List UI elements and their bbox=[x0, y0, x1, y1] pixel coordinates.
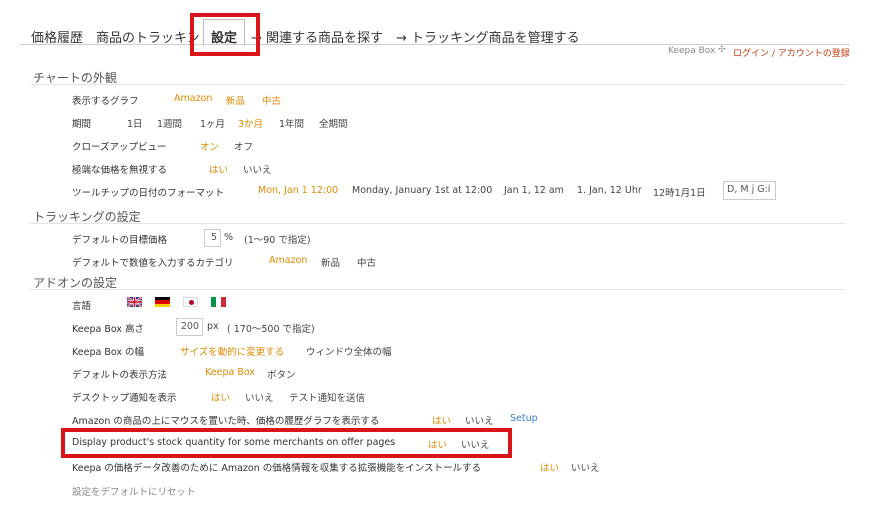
reset-defaults-link[interactable]: 設定をデフォルトにリセット bbox=[72, 484, 196, 498]
period-option-1y[interactable]: 1年間 bbox=[279, 116, 304, 130]
language-label: 言語 bbox=[72, 301, 92, 312]
box-height-input[interactable]: 200 bbox=[176, 318, 203, 336]
it-flag-icon[interactable] bbox=[211, 297, 226, 307]
target-price-hint: (1〜90 で指定) bbox=[244, 235, 311, 246]
hover-graph-setup-link[interactable]: Setup bbox=[510, 413, 538, 424]
login-link[interactable]: ログイン / アカウントの登録 bbox=[733, 46, 850, 59]
tooltip-option-1[interactable]: Mon, Jan 1 12:00 bbox=[258, 185, 338, 196]
period-label: 期間 bbox=[72, 119, 92, 130]
puzzle-icon: ✣ bbox=[718, 45, 726, 55]
display-mode-label: デフォルトの表示方法 bbox=[72, 370, 168, 381]
box-width-option-full[interactable]: ウィンドウ全体の幅 bbox=[306, 344, 392, 358]
category-label: デフォルトで数値を入力するカテゴリ bbox=[72, 258, 234, 269]
box-height-hint: ( 170〜500 で指定) bbox=[227, 324, 315, 335]
graph-option-new[interactable]: 新品 bbox=[226, 93, 245, 107]
period-option-3m[interactable]: 3か月 bbox=[238, 116, 263, 130]
display-mode-option-button[interactable]: ボタン bbox=[267, 367, 296, 381]
tooltip-label: ツールチップの日付のフォーマット bbox=[72, 188, 225, 199]
box-height-unit: px bbox=[207, 321, 219, 332]
period-option-1d[interactable]: 1日 bbox=[127, 116, 143, 130]
target-price-label: デフォルトの目標価格 bbox=[72, 235, 168, 246]
section-divider bbox=[30, 289, 845, 290]
tooltip-option-5[interactable]: 12時1月1日 bbox=[653, 185, 706, 199]
extreme-label: 極端な価格を無視する bbox=[72, 165, 168, 176]
extreme-option-no[interactable]: いいえ bbox=[243, 162, 272, 176]
brand-label: Keepa Box bbox=[668, 46, 716, 56]
collect-prices-option-no[interactable]: いいえ bbox=[571, 460, 600, 474]
collect-prices-label: Keepa の価格データ改善のために Amazon の価格情報を収集する拡張機能… bbox=[72, 463, 482, 474]
closeup-label: クローズアップビュー bbox=[72, 142, 167, 153]
box-width-option-dynamic[interactable]: サイズを動的に変更する bbox=[180, 344, 284, 358]
section-divider bbox=[30, 84, 845, 85]
desktop-notify-option-no[interactable]: いいえ bbox=[245, 390, 274, 404]
uk-flag-icon[interactable] bbox=[127, 297, 142, 307]
closeup-option-off[interactable]: オフ bbox=[234, 139, 253, 153]
category-option-new[interactable]: 新品 bbox=[321, 255, 340, 269]
period-option-1m[interactable]: 1ヶ月 bbox=[200, 116, 225, 130]
category-option-amazon[interactable]: Amazon bbox=[269, 255, 307, 266]
jp-flag-icon[interactable] bbox=[183, 297, 198, 307]
tooltip-custom-format-input[interactable]: D, M j G:i bbox=[723, 181, 776, 200]
period-option-1w[interactable]: 1週間 bbox=[157, 116, 182, 130]
closeup-option-on[interactable]: オン bbox=[200, 139, 219, 153]
graph-option-used[interactable]: 中古 bbox=[262, 93, 281, 107]
display-mode-option-box[interactable]: Keepa Box bbox=[205, 367, 255, 378]
graph-option-amazon[interactable]: Amazon bbox=[174, 93, 212, 104]
category-option-used[interactable]: 中古 bbox=[357, 255, 376, 269]
target-price-input[interactable]: 5 bbox=[204, 229, 221, 247]
hover-graph-option-yes[interactable]: はい bbox=[432, 413, 451, 427]
target-price-unit: % bbox=[224, 232, 234, 243]
graph-label: 表示するグラフ bbox=[72, 96, 139, 107]
desktop-notify-label: デスクトップ通知を表示 bbox=[72, 393, 177, 404]
de-flag-icon[interactable] bbox=[155, 297, 170, 307]
tooltip-option-4[interactable]: 1. Jan, 12 Uhr bbox=[577, 185, 642, 196]
tooltip-option-3[interactable]: Jan 1, 12 am bbox=[504, 185, 564, 196]
box-height-label: Keepa Box 高さ bbox=[72, 324, 144, 335]
hover-graph-label: Amazon の商品の上にマウスを置いた時、価格の履歴グラフを表示する bbox=[72, 416, 380, 427]
desktop-notify-test[interactable]: テスト通知を送信 bbox=[289, 390, 365, 404]
extreme-option-yes[interactable]: はい bbox=[209, 162, 228, 176]
period-option-all[interactable]: 全期間 bbox=[319, 116, 348, 130]
collect-prices-option-yes[interactable]: はい bbox=[540, 460, 559, 474]
desktop-notify-option-yes[interactable]: はい bbox=[211, 390, 230, 404]
tooltip-option-2[interactable]: Monday, January 1st at 12:00 bbox=[352, 185, 492, 196]
highlight-settings-tab bbox=[190, 13, 260, 56]
highlight-stock-row bbox=[61, 428, 512, 458]
hover-graph-option-no[interactable]: いいえ bbox=[465, 413, 494, 427]
section-divider bbox=[30, 223, 845, 224]
box-width-label: Keepa Box の幅 bbox=[72, 347, 144, 358]
